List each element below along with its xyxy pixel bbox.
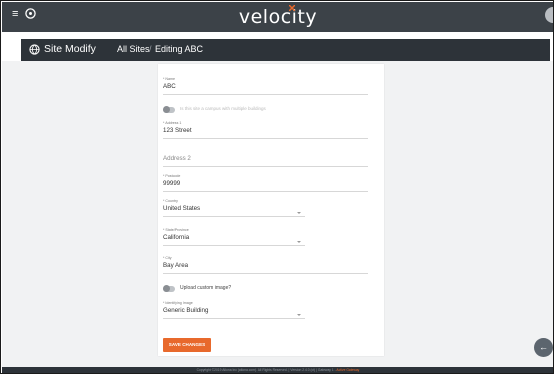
logo-accent-icon bbox=[289, 5, 295, 11]
postcode-label: * Postcode bbox=[163, 174, 181, 178]
city-label: * City bbox=[163, 256, 172, 260]
save-changes-button[interactable]: SAVE CHANGES bbox=[163, 338, 211, 352]
velocity-logo: velocity bbox=[238, 5, 318, 28]
state-select[interactable]: * State/Province California bbox=[163, 228, 305, 246]
footer-copyright: Copyright ©2019 Atlona Inc (atlona.com).… bbox=[196, 368, 336, 372]
page-title: Site Modify bbox=[44, 43, 96, 55]
address1-field[interactable]: * Address 1 123 Street bbox=[163, 121, 368, 139]
image-value: Generic Building bbox=[163, 307, 209, 314]
state-value: California bbox=[163, 234, 190, 241]
back-button[interactable]: ← bbox=[534, 338, 553, 357]
address2-input[interactable]: Address 2 bbox=[163, 155, 368, 162]
campus-toggle[interactable] bbox=[163, 106, 175, 113]
upload-image-label: Upload custom image? bbox=[180, 285, 232, 291]
campus-toggle-label: Is this site a campus with multiple buil… bbox=[180, 106, 266, 111]
address2-field[interactable]: Address 2 bbox=[163, 155, 368, 167]
city-field[interactable]: * City Bay Area bbox=[163, 256, 368, 274]
country-label: * Country bbox=[163, 199, 178, 203]
state-label: * State/Province bbox=[163, 228, 189, 232]
breadcrumb-current: Editing ABC bbox=[155, 44, 204, 54]
breadcrumb-separator: / bbox=[149, 44, 152, 54]
chevron-down-icon bbox=[297, 314, 301, 316]
name-field[interactable]: * Name ABC bbox=[163, 77, 368, 95]
postcode-field[interactable]: * Postcode 99999 bbox=[163, 174, 368, 192]
address1-label: * Address 1 bbox=[163, 121, 182, 125]
chevron-down-icon bbox=[297, 212, 301, 214]
breadcrumb-all-sites[interactable]: All Sites bbox=[117, 44, 150, 54]
user-avatar[interactable] bbox=[545, 7, 553, 23]
arrow-left-icon: ← bbox=[539, 342, 548, 352]
city-input[interactable]: Bay Area bbox=[163, 262, 368, 269]
upload-image-toggle[interactable] bbox=[163, 285, 175, 292]
country-select[interactable]: * Country United States bbox=[163, 199, 305, 217]
page-header: Site Modify All Sites / Editing ABC bbox=[21, 39, 550, 61]
app-window: ≡ velocity Site Modify All Sites / Editi… bbox=[0, 0, 554, 374]
name-input[interactable]: ABC bbox=[163, 83, 368, 90]
site-form-card: * Name ABC Is this site a campus with mu… bbox=[158, 64, 384, 356]
image-select[interactable]: * Identifying Image Generic Building bbox=[163, 301, 305, 319]
image-label: * Identifying Image bbox=[163, 301, 193, 305]
country-value: United States bbox=[163, 205, 201, 212]
footer: Copyright ©2019 Atlona Inc (atlona.com).… bbox=[2, 367, 553, 373]
postcode-input[interactable]: 99999 bbox=[163, 180, 368, 187]
address1-input[interactable]: 123 Street bbox=[163, 127, 368, 134]
top-bar: ≡ velocity bbox=[2, 2, 553, 32]
name-label: * Name bbox=[163, 77, 175, 81]
chevron-down-icon bbox=[297, 241, 301, 243]
globe-icon bbox=[29, 44, 40, 55]
active-gateway-link[interactable]: Active Gateway bbox=[336, 368, 359, 372]
